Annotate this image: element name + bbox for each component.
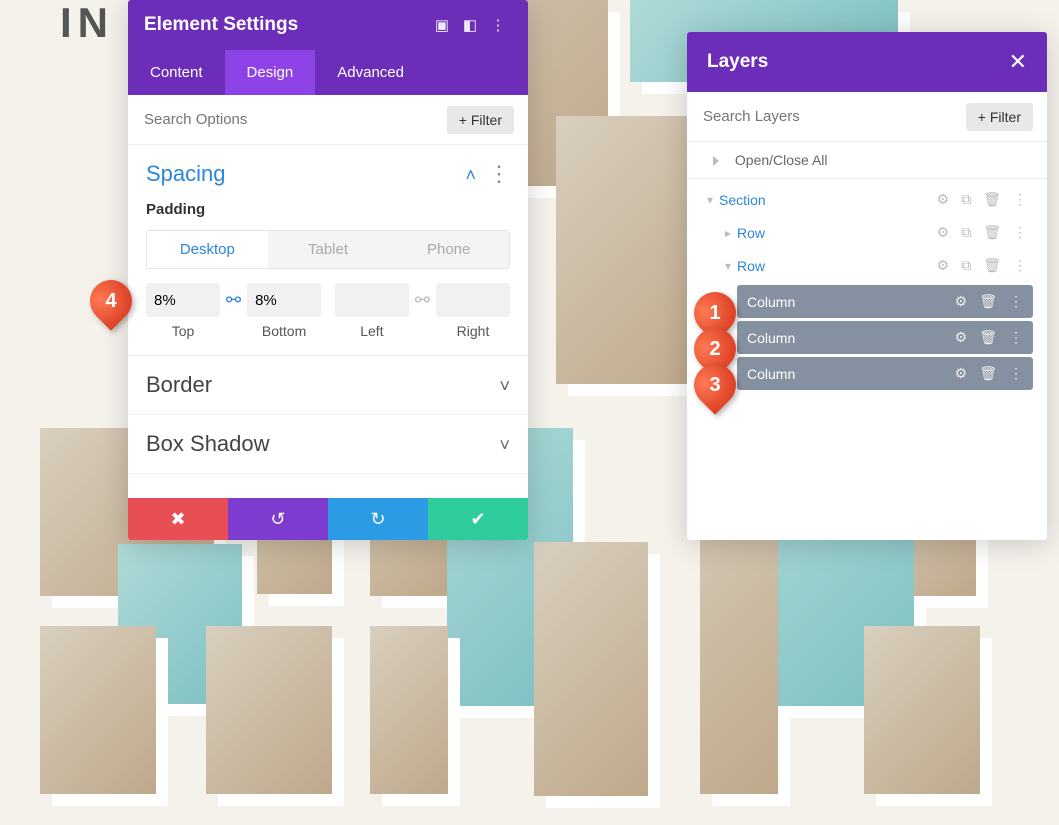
bg-image (534, 542, 648, 796)
layers-panel: Layers ✕ Filter Open/Close All ▾ Section… (687, 32, 1047, 540)
padding-top-input[interactable] (146, 283, 220, 317)
trash-icon[interactable]: 🗑 (979, 365, 997, 382)
gear-icon[interactable]: ⚙ (937, 224, 950, 241)
gear-icon[interactable]: ⚙ (937, 257, 950, 274)
gear-icon[interactable]: ⚙ (955, 293, 968, 310)
layer-label[interactable]: Section (719, 192, 937, 208)
settings-tabs: Content Design Advanced (128, 50, 528, 95)
duplicate-icon[interactable]: ⧉ (961, 224, 971, 241)
gear-icon[interactable]: ⚙ (937, 191, 950, 208)
trash-icon[interactable]: 🗑 (979, 329, 997, 346)
boxshadow-header[interactable]: Box Shadow (146, 431, 510, 457)
layer-column[interactable]: Column ⚙ 🗑 ⋮ (737, 357, 1033, 390)
layer-column[interactable]: Column ⚙ 🗑 ⋮ (737, 285, 1033, 318)
boxshadow-title: Box Shadow (146, 431, 499, 457)
trash-icon[interactable]: 🗑 (979, 293, 997, 310)
gear-icon[interactable]: ⚙ (955, 365, 968, 382)
padding-grid: Top ⚯ Bottom Left ⚯ Right (146, 283, 510, 339)
bg-image (370, 626, 448, 794)
redo-button[interactable]: ↻ (328, 498, 428, 540)
bg-image (206, 626, 332, 794)
duplicate-icon[interactable]: ⧉ (961, 191, 971, 208)
layer-row[interactable]: ▾ Row ⚙ ⧉ 🗑 ⋮ (701, 249, 1033, 282)
filter-button[interactable]: Filter (447, 106, 514, 134)
spacing-header[interactable]: Spacing ⋮ (146, 161, 510, 187)
confirm-button[interactable]: ✔ (428, 498, 528, 540)
border-section: Border (128, 356, 528, 415)
chevron-down-icon (499, 372, 510, 398)
layer-label[interactable]: Row (737, 225, 937, 241)
padding-top-label: Top (172, 323, 195, 339)
more-icon[interactable]: ⋮ (1009, 365, 1023, 382)
layer-list: ▾ Section ⚙ ⧉ 🗑 ⋮ ▸ Row ⚙ ⧉ 🗑 ⋮ ▾ Row ⚙ (687, 179, 1047, 397)
chevron-down-icon (499, 431, 510, 457)
layer-row[interactable]: ▸ Row ⚙ ⧉ 🗑 ⋮ (701, 216, 1033, 249)
layer-label[interactable]: Column (747, 366, 955, 382)
padding-left-input[interactable] (335, 283, 409, 317)
focus-icon[interactable]: ▣ (428, 16, 456, 34)
duplicate-icon[interactable]: ⧉ (961, 257, 971, 274)
link-top-bottom-icon[interactable]: ⚯ (226, 290, 241, 311)
more-icon[interactable]: ⋮ (1013, 191, 1027, 208)
trash-icon[interactable]: 🗑 (983, 224, 1001, 241)
search-options-input[interactable] (142, 105, 447, 134)
settings-header: Element Settings ▣ ◧ ⋮ (128, 0, 528, 50)
settings-footer: ✖ ↺ ↻ ✔ (128, 498, 528, 540)
chevron-up-icon (465, 161, 476, 187)
open-close-all[interactable]: Open/Close All (687, 142, 1047, 179)
layers-title: Layers (707, 51, 1009, 73)
trash-icon[interactable]: 🗑 (983, 191, 1001, 208)
link-left-right-icon[interactable]: ⚯ (415, 290, 430, 311)
boxshadow-section: Box Shadow (128, 415, 528, 474)
padding-label: Padding (146, 201, 510, 218)
device-phone[interactable]: Phone (388, 231, 509, 268)
layer-column[interactable]: Column ⚙ 🗑 ⋮ (737, 321, 1033, 354)
border-header[interactable]: Border (146, 372, 510, 398)
tab-advanced[interactable]: Advanced (315, 50, 426, 95)
more-icon[interactable]: ⋮ (1013, 257, 1027, 274)
menu-icon[interactable]: ⋮ (484, 16, 512, 34)
triangle-right-icon (713, 156, 719, 166)
gear-icon[interactable]: ⚙ (955, 329, 968, 346)
spacing-title: Spacing (146, 161, 465, 187)
cancel-button[interactable]: ✖ (128, 498, 228, 540)
padding-left-label: Left (360, 323, 383, 339)
expand-icon[interactable]: ▸ (719, 226, 737, 240)
more-icon[interactable]: ⋮ (1009, 293, 1023, 310)
device-tabs: Desktop Tablet Phone (146, 230, 510, 269)
search-layers-input[interactable] (701, 102, 966, 131)
more-icon[interactable]: ⋮ (1013, 224, 1027, 241)
bg-image (40, 626, 156, 794)
layer-label[interactable]: Column (747, 294, 955, 310)
expand-icon[interactable]: ▾ (719, 259, 737, 273)
device-tablet[interactable]: Tablet (268, 231, 389, 268)
layer-label[interactable]: Column (747, 330, 955, 346)
bg-image (864, 626, 980, 794)
trash-icon[interactable]: 🗑 (983, 257, 1001, 274)
layer-section[interactable]: ▾ Section ⚙ ⧉ 🗑 ⋮ (701, 183, 1033, 216)
dock-icon[interactable]: ◧ (456, 16, 484, 34)
layers-search-row: Filter (687, 92, 1047, 142)
spacing-menu-icon[interactable]: ⋮ (488, 161, 510, 187)
padding-bottom-label: Bottom (262, 323, 306, 339)
tab-content[interactable]: Content (128, 50, 225, 95)
undo-button[interactable]: ↺ (228, 498, 328, 540)
padding-bottom-input[interactable] (247, 283, 321, 317)
open-close-label: Open/Close All (735, 152, 828, 168)
expand-icon[interactable]: ▾ (701, 193, 719, 207)
device-desktop[interactable]: Desktop (147, 231, 268, 268)
padding-right-input[interactable] (436, 283, 510, 317)
tab-design[interactable]: Design (225, 50, 316, 95)
layers-header: Layers ✕ (687, 32, 1047, 92)
close-icon[interactable]: ✕ (1009, 49, 1027, 75)
settings-title: Element Settings (144, 14, 428, 36)
padding-right-label: Right (457, 323, 490, 339)
spacing-section: Spacing ⋮ Padding Desktop Tablet Phone T… (128, 145, 528, 356)
layers-filter-button[interactable]: Filter (966, 103, 1033, 131)
layer-label[interactable]: Row (737, 258, 937, 274)
border-title: Border (146, 372, 499, 398)
settings-search-row: Filter (128, 95, 528, 145)
more-icon[interactable]: ⋮ (1009, 329, 1023, 346)
element-settings-panel: Element Settings ▣ ◧ ⋮ Content Design Ad… (128, 0, 528, 540)
